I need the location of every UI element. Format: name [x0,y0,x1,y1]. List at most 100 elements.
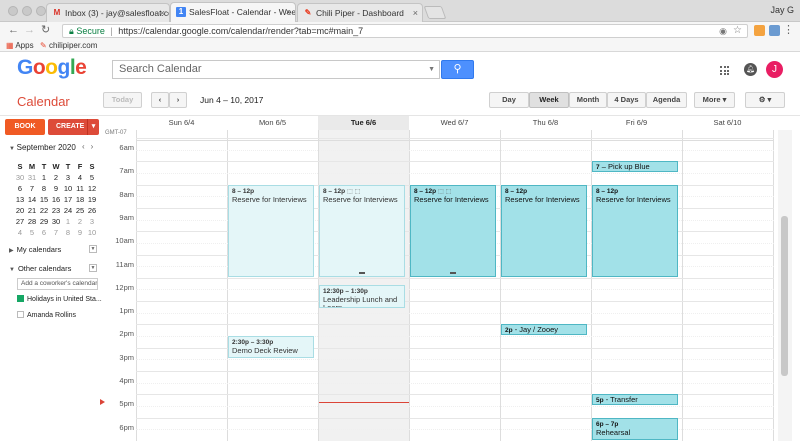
today-button[interactable]: Today [103,92,142,108]
calendar-event[interactable]: 2p - Jay / Zooey Weekly 1:1 [501,324,587,336]
day-header[interactable]: Wed 6/7 [409,116,500,130]
calendar-event[interactable]: 8 – 12p ⬚ ⬚ Reserve for Interviews [410,184,496,277]
view-week-button[interactable]: Week [529,92,569,108]
calendar-event[interactable]: 6p – 7p Rehearsal [592,417,678,440]
calendar-event[interactable]: 8 – 12p Reserve for Interviews [592,184,678,277]
day-header[interactable]: Mon 6/5 [227,116,318,130]
mini-calendar-day[interactable]: 10 [86,227,98,238]
view-day-button[interactable]: Day [489,92,529,108]
new-tab-button[interactable] [423,6,447,19]
bookmark-chilipiper[interactable]: ✎ chilipiper.com [40,40,97,51]
my-calendars-menu-icon[interactable]: ▼ [89,245,97,253]
event-time: 2p [505,327,513,335]
create-dropdown-icon[interactable]: ▾ [87,119,99,135]
calendar-event[interactable]: 12:30p – 1:30pLeadership Lunch and Learn [319,285,405,308]
bookmarks-bar: ▦ Apps ✎ chilipiper.com [0,40,800,52]
calendar-event[interactable]: 2:30p – 3:30p Demo Deck Review [228,336,314,359]
extension-grid-icon[interactable] [769,25,780,36]
mini-calendar-day[interactable]: 6 [38,227,50,238]
forward-icon[interactable]: → [24,24,35,37]
chevron-left-icon[interactable]: ‹ [82,142,91,151]
view-month-button[interactable]: Month [569,92,607,108]
calendar-event[interactable]: 5p - Transfer Opportunities [592,394,678,405]
google-logo[interactable]: Google [17,56,87,80]
day-header[interactable]: Fri 6/9 [591,116,682,130]
mini-calendar-row: 27 28 29 30 1 2 3 [14,211,99,226]
extension-calendar-icon[interactable] [754,25,765,36]
mini-calendar-day[interactable]: 8 [62,227,74,238]
mini-calendar: S M T W T F S 30 31 1 2 3 4 5 6 7 8 9 10 11 12 13 14 15 16 17 18 19… [14,156,99,237]
bookmark-star-icon[interactable]: ☆ [733,25,742,37]
browser-user-name[interactable]: Jay G [770,5,794,15]
mini-calendar-day[interactable]: 9 [74,227,86,238]
event-time: 6p – 7p [596,420,619,428]
grid-scrollbar-thumb[interactable] [781,216,788,376]
back-icon[interactable]: ← [8,24,19,37]
mini-calendar-header[interactable]: ▼ September 2020 [9,143,76,152]
hour-label: 8am [119,189,134,199]
close-tab-icon[interactable]: × [413,8,418,18]
browser-tab-gmail[interactable]: M Inbox (3) - jay@salesfloat.com × [46,3,170,22]
settings-button[interactable]: ⚙ ▾ [745,92,785,108]
chevron-right-icon[interactable]: › [91,142,100,151]
zoom-window-icon[interactable] [36,6,46,16]
close-tab-icon[interactable]: × [286,7,291,17]
avatar[interactable]: J [766,61,783,78]
calendar-event[interactable]: 8 – 12p Reserve for Interviews [501,184,587,277]
bookmark-apps[interactable]: ▦ Apps [6,40,34,51]
search-input[interactable]: Search Calendar ▼ [112,60,440,79]
close-tab-icon[interactable]: × [160,8,165,18]
calendar-item-holidays[interactable]: Holidays in United Sta... [17,295,102,303]
all-day-row[interactable] [136,130,774,141]
view-agenda-button[interactable]: Agenda [646,92,687,108]
more-button[interactable]: More ▾ [694,92,735,108]
browser-tab-strip: M Inbox (3) - jay@salesfloat.com × 1 Sal… [0,0,800,23]
mini-calendar-day[interactable]: 4 [14,227,26,238]
browser-menu-icon[interactable]: ⋮ [783,23,794,36]
reload-icon[interactable]: ↻ [41,24,50,37]
screen: M Inbox (3) - jay@salesfloat.com × 1 Sal… [0,0,800,441]
resize-handle-icon[interactable] [359,271,365,274]
add-coworker-input[interactable]: Add a coworker's calendar [17,278,98,290]
minimize-window-icon[interactable] [22,6,32,16]
calendar-event[interactable]: 8 – 12p Reserve for Interviews [228,184,314,277]
next-week-button[interactable]: › [169,92,187,108]
google-apps-icon[interactable] [720,66,729,75]
mini-calendar-day[interactable]: 5 [26,227,38,238]
resize-handle-icon[interactable] [450,271,456,274]
calendar-checkbox[interactable] [17,311,24,318]
browser-tab-calendar[interactable]: 1 SalesFloat - Calendar - Week × [170,2,296,23]
eye-icon[interactable]: ◉ [719,25,727,37]
calendar-item-amanda[interactable]: Amanda Rollins [17,311,76,319]
my-calendars-section[interactable]: ▶ My calendars [9,245,61,254]
day-header[interactable]: Sat 6/10 [682,116,773,130]
day-header[interactable]: Sun 6/4 [136,116,227,130]
search-options-icon[interactable]: ▼ [428,61,435,78]
prev-week-button[interactable]: ‹ [151,92,169,108]
calendar-event[interactable]: 8 – 12p ⬚ ⬚ Reserve for Interviews [319,184,405,277]
event-title: Demo Deck Review [232,346,298,356]
other-calendars-menu-icon[interactable]: ▼ [89,264,97,272]
calendar-checkbox[interactable] [17,295,24,302]
address-bar[interactable]: 🔒︎ Secure | https://calendar.google.com/… [62,24,748,38]
view-4days-button[interactable]: 4 Days [607,92,646,108]
half-hour-gridline [136,359,774,361]
event-time: 5p [596,397,604,405]
book-button[interactable]: BOOK [5,119,45,135]
search-button[interactable]: ⚲ [441,60,474,79]
calendar-event[interactable]: 7 – Pick up Blue [592,161,678,172]
create-button[interactable]: CREATE ▾ [48,119,99,135]
close-window-icon[interactable] [8,6,18,16]
tab-title: SalesFloat - Calendar - Week [189,7,296,17]
notifications-bell-icon[interactable]: 🔔︎ [744,63,757,76]
day-header[interactable]: Thu 6/8 [500,116,591,130]
other-calendars-section[interactable]: ▼ Other calendars [9,264,71,273]
search-icon: ⚲ [453,63,462,75]
mini-calendar-nav: ‹› [82,142,99,151]
day-header[interactable]: Tue 6/6 [318,116,409,130]
mini-calendar-day[interactable]: 7 [50,227,62,238]
hour-gridline [136,161,774,163]
browser-tab-chilipiper[interactable]: ✎ Chili Piper - Dashboard × [297,3,423,22]
hour-label: 3pm [119,352,134,362]
event-title: Leadership Lunch and Learn [323,295,398,307]
